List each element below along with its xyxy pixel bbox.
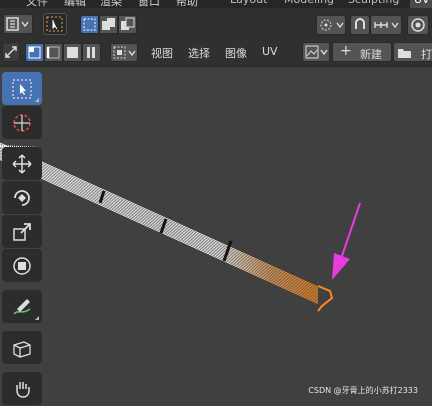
- select-subtract-button[interactable]: [118, 15, 137, 34]
- tool-move[interactable]: [2, 147, 42, 180]
- pivot-point-dropdown[interactable]: [316, 15, 346, 35]
- workspace-tab-sculpting[interactable]: Sculpting: [348, 0, 399, 8]
- uv-edge-line: [0, 150, 319, 295]
- uv-edge-line: [0, 147, 319, 292]
- uv-edge-line: [0, 142, 319, 288]
- select-extend-button[interactable]: [99, 15, 118, 34]
- folder-icon: [398, 49, 411, 58]
- open-image-label: 打: [421, 48, 432, 61]
- tool-scale[interactable]: [2, 215, 42, 248]
- tool-select-box[interactable]: [2, 72, 42, 105]
- uv-edge-line: [0, 156, 319, 301]
- open-image-button[interactable]: 打: [393, 42, 432, 62]
- tool-transform[interactable]: [2, 249, 42, 282]
- menu-uv[interactable]: UV: [262, 45, 278, 58]
- tool-rotate[interactable]: [2, 181, 42, 214]
- workspace-tab-uv[interactable]: UV: [410, 0, 432, 8]
- uv-canvas[interactable]: [0, 67, 432, 406]
- snap-toggle[interactable]: [350, 15, 370, 35]
- plus-icon: +: [340, 43, 352, 59]
- tool-cursor[interactable]: [2, 106, 42, 139]
- editor-header: [0, 8, 432, 38]
- snap-target-dropdown[interactable]: [370, 15, 402, 35]
- sticky-selection-dropdown[interactable]: [110, 43, 138, 62]
- select-new-icon: [83, 18, 96, 31]
- editor-type-button[interactable]: [3, 14, 33, 34]
- menu-select[interactable]: 选择: [188, 45, 210, 61]
- uv-edge-line: [0, 151, 319, 297]
- uv-edge-line: [0, 159, 319, 304]
- tool-rip-region[interactable]: [2, 331, 42, 364]
- face-select-icon: [67, 47, 78, 58]
- workspace-tab-modeling[interactable]: Modeling: [284, 0, 334, 8]
- workspace-tab-layout[interactable]: Layout: [230, 0, 267, 8]
- uv-edge-line: [0, 154, 319, 300]
- new-image-button[interactable]: + 新建: [332, 42, 392, 62]
- proportional-edit-toggle[interactable]: [407, 15, 429, 35]
- uv-edge-line: [0, 157, 319, 303]
- menu-render[interactable]: 渲染: [100, 0, 122, 8]
- move-icon: [12, 154, 32, 174]
- select-new-button[interactable]: [80, 15, 99, 34]
- uv-selected-end-cap: [317, 285, 334, 312]
- snap-increment-icon: [374, 22, 388, 28]
- new-image-label: 新建: [360, 48, 382, 61]
- uv-edge-line: [0, 153, 319, 298]
- uv-edge-line: [0, 148, 319, 294]
- chevron-down-icon: [21, 21, 29, 28]
- annotation-arrow: [340, 202, 361, 260]
- menu-edit[interactable]: 编辑: [64, 0, 86, 8]
- uv-island-mode-button[interactable]: [82, 43, 101, 62]
- chevron-down-icon: [336, 22, 344, 29]
- chevron-down-icon: [128, 50, 136, 57]
- sticky-select-button[interactable]: [43, 13, 67, 35]
- uv-sync-button[interactable]: [2, 42, 20, 62]
- uv-editor-header: 视图 选择 图像 UV + 新建 打: [0, 38, 432, 67]
- uv-face-mode-button[interactable]: [63, 43, 82, 62]
- chevron-down-icon: [391, 22, 399, 29]
- tool-annotate[interactable]: [2, 290, 42, 323]
- uv-sync-icon: [5, 46, 17, 58]
- uv-edge-line: [0, 144, 319, 289]
- uv-edge-mode-button[interactable]: [44, 43, 63, 62]
- uv-viewport[interactable]: [0, 67, 432, 406]
- uv-edge-line: [0, 145, 319, 291]
- island-select-icon: [87, 47, 90, 58]
- browse-image-dropdown[interactable]: [302, 42, 330, 62]
- uv-vertex-mode-button[interactable]: [25, 43, 44, 62]
- magnet-icon: [355, 18, 365, 29]
- menu-help[interactable]: 帮助: [176, 0, 198, 8]
- tool-grab[interactable]: [2, 372, 42, 405]
- chevron-down-icon: [320, 49, 328, 56]
- vertex-select-icon: [29, 47, 34, 52]
- menu-file[interactable]: 文件: [26, 0, 48, 8]
- menu-window[interactable]: 窗口: [138, 0, 160, 8]
- top-menubar: 文件 编辑 渲染 窗口 帮助 Layout Modeling Sculpting…: [0, 0, 432, 8]
- hand-icon: [16, 382, 30, 398]
- menu-image[interactable]: 图像: [225, 45, 247, 61]
- menu-view[interactable]: 视图: [151, 45, 173, 61]
- rip-region-icon: [13, 341, 31, 358]
- watermark: CSDN @牙膏上的小苏打2333: [308, 386, 418, 395]
- annotation-arrow-head: [332, 253, 350, 280]
